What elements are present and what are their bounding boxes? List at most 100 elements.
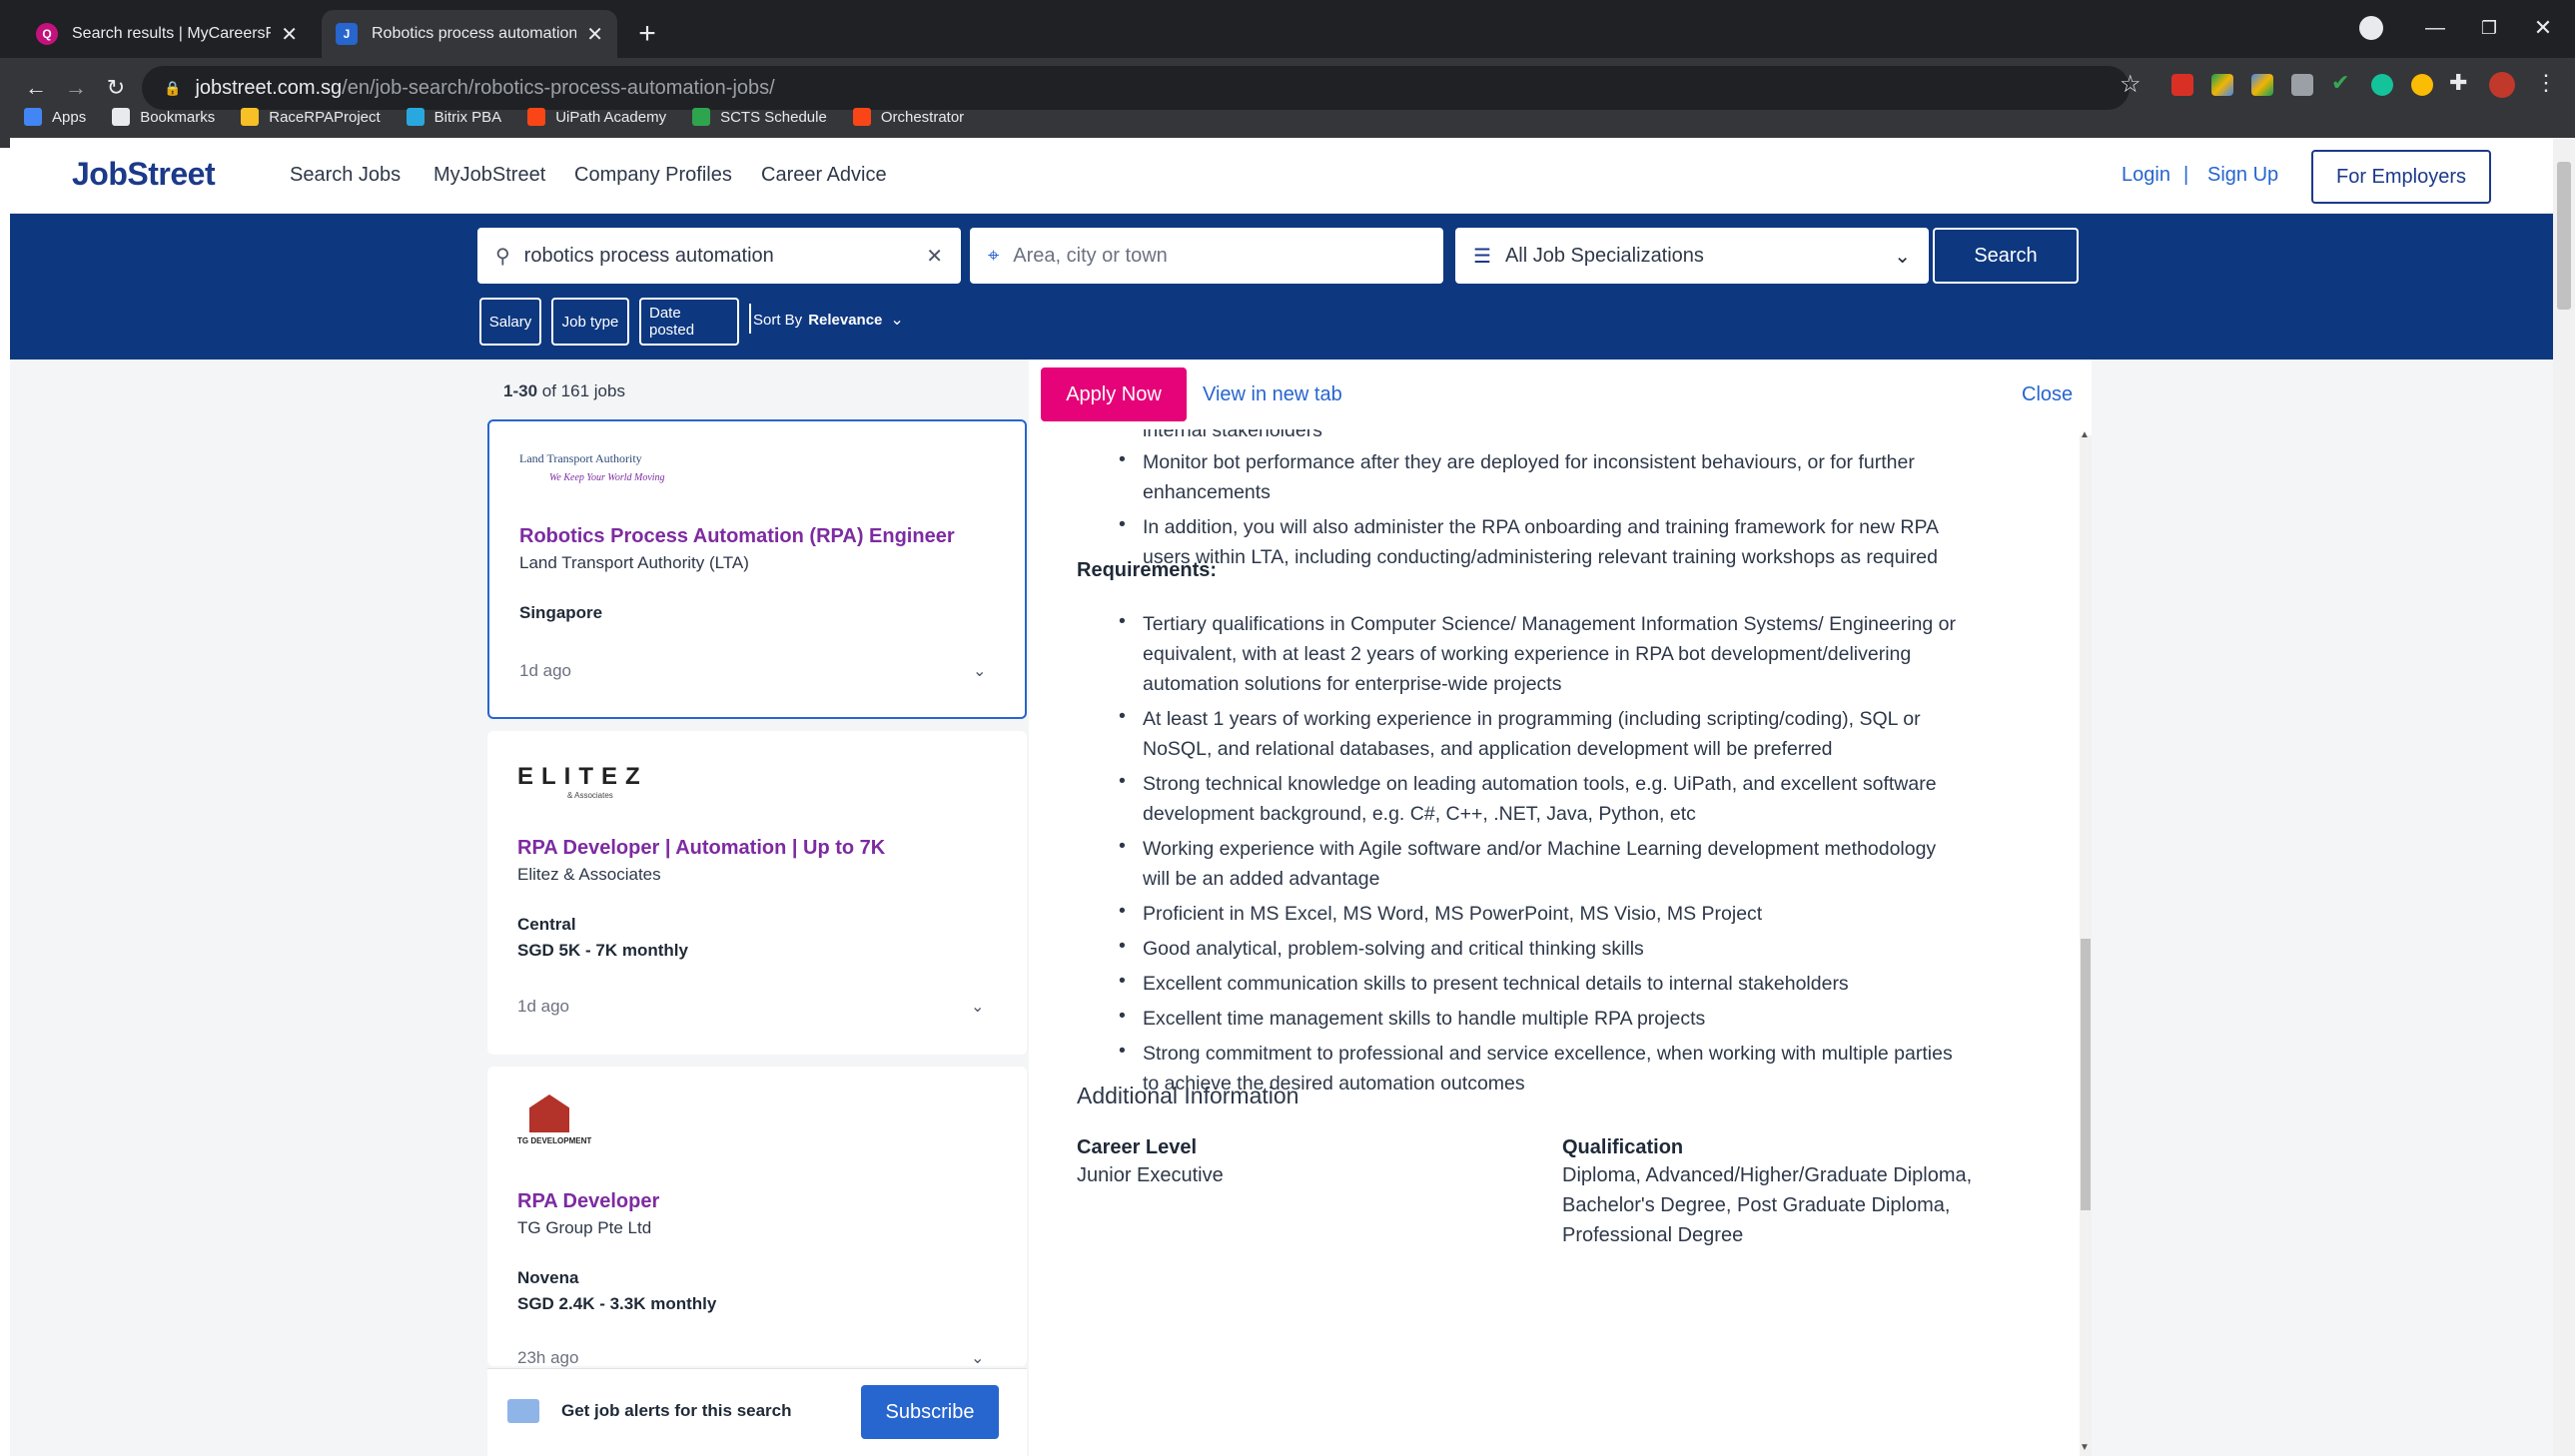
bookmark-item[interactable]: Bitrix PBA <box>406 108 501 126</box>
more-menu-icon[interactable]: ⋮ <box>2535 70 2557 96</box>
bookmark-icon <box>852 108 871 126</box>
browser-tab-jobstreet[interactable]: J Robotics process automation Jobs ✕ <box>322 10 617 58</box>
window-scrollbar-thumb[interactable] <box>2557 162 2571 310</box>
extension-yellow-icon[interactable] <box>2411 74 2433 96</box>
close-tab-icon[interactable]: ✕ <box>586 22 603 47</box>
search-button[interactable]: Search <box>1933 228 2079 284</box>
nav-search-jobs[interactable]: Search Jobs <box>290 164 401 187</box>
company-logo: ELITEZ & Associates <box>517 763 677 813</box>
bullet-icon: • <box>1119 935 1126 957</box>
checkmark-extension-icon[interactable]: ✔ <box>2331 70 2349 96</box>
job-title[interactable]: Robotics Process Automation (RPA) Engine… <box>519 525 955 548</box>
site-header: JobStreet Search Jobs MyJobStreet Compan… <box>10 138 2553 214</box>
description-text: internal stakeholders <box>1143 429 1322 441</box>
extension-red-icon[interactable] <box>2171 74 2193 96</box>
requirements-heading: Requirements: <box>1077 559 1218 581</box>
company-name[interactable]: TG Group Pte Ltd <box>517 1218 651 1238</box>
nav-career-advice[interactable]: Career Advice <box>761 164 887 187</box>
bookmark-item[interactable]: Orchestrator <box>852 108 964 126</box>
specialization-value: All Job Specializations <box>1504 244 1704 267</box>
specialization-select[interactable]: ☰ All Job Specializations ⌄ <box>1455 228 1929 284</box>
restore-window-icon[interactable]: ❐ <box>2469 8 2509 48</box>
scroll-up-arrow-icon[interactable]: ▲ <box>2080 429 2090 440</box>
logo-text: ELITEZ <box>517 763 648 790</box>
login-link[interactable]: Login <box>2122 164 2170 187</box>
sort-by-dropdown[interactable]: Sort By Relevance ⌄ <box>753 310 904 330</box>
bookmark-icon <box>406 108 425 126</box>
chevron-down-icon[interactable]: ⌄ <box>973 661 986 681</box>
detail-scrollbar-thumb[interactable] <box>2081 939 2091 1210</box>
additional-info-heading: Additional Information <box>1077 1083 1299 1108</box>
chevron-down-icon[interactable]: ⌄ <box>971 997 984 1017</box>
signup-link[interactable]: Sign Up <box>2207 164 2278 187</box>
job-card[interactable]: Land Transport Authority We Keep Your Wo… <box>487 419 1027 719</box>
browser-tab-mycareersfuture[interactable]: Q Search results | MyCareersFuture ✕ <box>22 10 312 58</box>
bookmark-icon <box>241 108 260 126</box>
description-text: equivalent, with at least 2 years of wor… <box>1143 643 1912 665</box>
logo-tagline: We Keep Your World Moving <box>549 472 665 483</box>
description-text: In addition, you will also administer th… <box>1143 516 1940 538</box>
bullet-icon: • <box>1119 1005 1126 1027</box>
location-input[interactable]: ⌖ Area, city or town <box>970 228 1443 284</box>
job-type-filter[interactable]: Job type <box>551 298 629 346</box>
job-card[interactable]: ELITEZ & Associates RPA Developer | Auto… <box>487 731 1027 1055</box>
google-drive-icon[interactable] <box>2211 74 2233 96</box>
bookmark-star-icon[interactable]: ☆ <box>2120 70 2142 99</box>
posted-date: 1d ago <box>517 997 569 1016</box>
scroll-down-arrow-icon[interactable]: ▼ <box>2080 1442 2090 1453</box>
sort-label: Sort By <box>753 311 803 329</box>
grammarly-icon[interactable] <box>2371 74 2393 96</box>
bookmark-item[interactable]: UiPath Academy <box>527 108 666 126</box>
bookmark-icon <box>527 108 546 126</box>
close-detail-link[interactable]: Close <box>2022 383 2073 406</box>
company-name[interactable]: Land Transport Authority (LTA) <box>519 553 749 573</box>
google-drive-icon[interactable] <box>2251 74 2273 96</box>
window-scrollbar[interactable] <box>2553 138 2575 1456</box>
apply-now-button[interactable]: Apply Now <box>1041 367 1187 421</box>
close-window-icon[interactable]: ✕ <box>2523 8 2563 48</box>
nav-myjobstreet[interactable]: MyJobStreet <box>433 164 545 187</box>
bookmark-icon <box>112 108 131 126</box>
posted-date: 23h ago <box>517 1348 579 1367</box>
close-tab-icon[interactable]: ✕ <box>281 22 298 47</box>
bookmarks-bar: Apps Bookmarks RaceRPAProject Bitrix PBA UiP… <box>0 96 2575 138</box>
description-text: Excellent time management skills to hand… <box>1143 1008 1706 1030</box>
bookmark-label: Bookmarks <box>140 108 216 126</box>
description-text: enhancements <box>1143 481 1271 503</box>
avatar[interactable] <box>2489 72 2515 98</box>
career-level-value: Junior Executive <box>1077 1164 1224 1186</box>
job-location: Novena <box>517 1268 579 1287</box>
for-employers-button[interactable]: For Employers <box>2311 150 2491 204</box>
job-title[interactable]: RPA Developer <box>517 1190 659 1213</box>
chevron-down-icon[interactable]: ⌄ <box>971 1348 984 1368</box>
job-title[interactable]: RPA Developer | Automation | Up to 7K <box>517 837 885 860</box>
date-posted-filter[interactable]: Date posted <box>639 298 739 346</box>
jobstreet-logo[interactable]: JobStreet <box>72 156 216 193</box>
logo-text: Land Transport Authority <box>519 451 642 465</box>
profile-icon[interactable] <box>2359 16 2383 40</box>
logo-text: TG DEVELOPMENT <box>517 1136 592 1145</box>
clear-icon[interactable]: ✕ <box>926 244 943 269</box>
extensions-puzzle-icon[interactable]: ✚ <box>2449 70 2467 96</box>
description-text: development background, e.g. C#, C++, .N… <box>1143 803 1696 825</box>
bookmark-icon <box>24 108 42 126</box>
bookmark-item[interactable]: RaceRPAProject <box>241 108 381 126</box>
company-name[interactable]: Elitez & Associates <box>517 865 661 885</box>
subscribe-button[interactable]: Subscribe <box>861 1385 999 1439</box>
nav-company-profiles[interactable]: Company Profiles <box>574 164 732 187</box>
view-in-new-tab-link[interactable]: View in new tab <box>1203 383 1342 406</box>
salary-filter[interactable]: Salary <box>479 298 541 346</box>
bookmark-item[interactable]: Apps <box>24 108 86 126</box>
qualification-value: Professional Degree <box>1562 1224 1744 1246</box>
header-separator: | <box>2183 164 2189 186</box>
job-alert-text: Get job alerts for this search <box>561 1401 792 1420</box>
keyword-search-input[interactable]: ⚲ robotics process automation ✕ <box>477 228 961 284</box>
bookmark-item[interactable]: SCTS Schedule <box>692 108 827 126</box>
minimize-window-icon[interactable]: — <box>2415 8 2455 48</box>
company-logo: TG DEVELOPMENT <box>517 1094 637 1154</box>
job-detail-panel: Apply Now View in new tab Close internal… <box>1029 360 2092 1456</box>
job-card[interactable]: TG DEVELOPMENT RPA Developer TG Group Pt… <box>487 1067 1027 1368</box>
extension-gray-icon[interactable] <box>2291 74 2313 96</box>
new-tab-button[interactable]: + <box>627 14 667 54</box>
bookmark-item[interactable]: Bookmarks <box>112 108 215 126</box>
